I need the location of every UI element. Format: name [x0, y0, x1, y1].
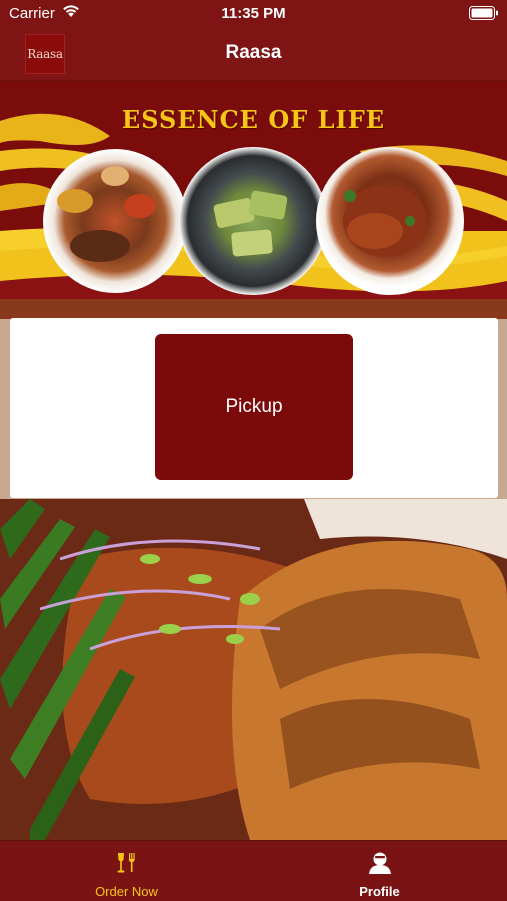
tab-label-order-now: Order Now — [95, 884, 158, 899]
tab-profile[interactable]: Profile — [253, 841, 506, 901]
tab-order-now[interactable]: Order Now — [0, 841, 253, 901]
banner-title: ESSENCE OF LIFE — [121, 105, 386, 134]
order-option-card: Pickup — [10, 318, 498, 498]
pickup-button[interactable]: Pickup — [155, 334, 353, 480]
page-title: Raasa — [225, 42, 282, 63]
person-icon — [253, 851, 506, 880]
tab-label-profile: Profile — [359, 884, 400, 899]
tab-bar: Order Now Profile — [0, 840, 507, 901]
status-bar: Carrier 11:35 PM — [0, 0, 507, 30]
battery-icon — [469, 6, 499, 24]
clock-time: 11:35 PM — [221, 5, 286, 22]
hero-banner: ESSENCE OF LIFE — [0, 81, 507, 299]
utensils-icon — [0, 851, 253, 880]
navigation-bar: Raasa Raasa — [0, 30, 507, 81]
